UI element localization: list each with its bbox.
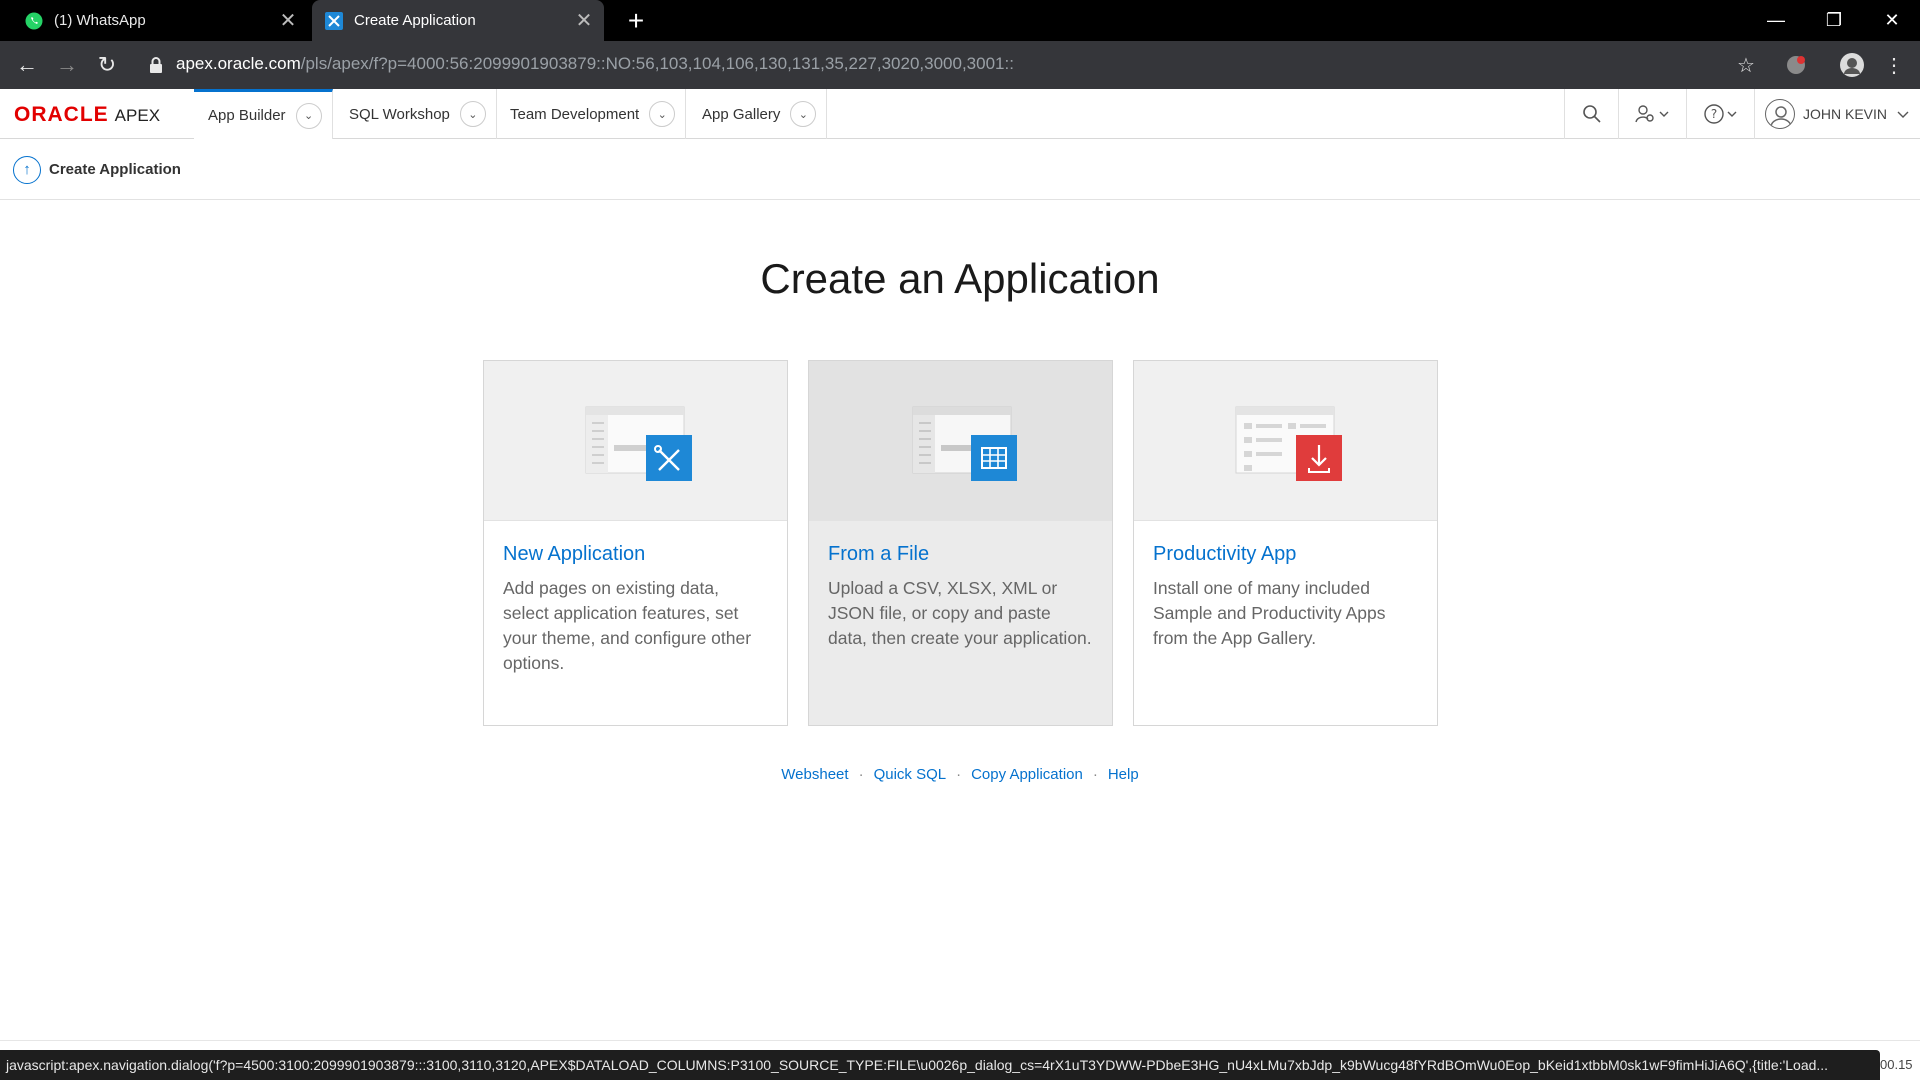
new-tab-icon[interactable]: + xyxy=(620,5,652,37)
breadcrumb-label: Create Application xyxy=(49,161,181,178)
url-field[interactable]: apex.oracle.com/pls/apex/f?p=4000:56:209… xyxy=(176,54,1014,74)
close-tab-icon[interactable]: ✕ xyxy=(274,7,302,35)
oracle-apex-logo[interactable]: ORACLE APEX xyxy=(14,103,160,127)
card-title: From a File xyxy=(828,543,930,565)
footer-divider xyxy=(0,1040,1920,1041)
avatar-icon xyxy=(1765,99,1795,129)
breadcrumb: ↑ Create Application xyxy=(0,140,1920,200)
whatsapp-icon xyxy=(24,11,44,31)
forward-icon[interactable]: → xyxy=(51,49,83,81)
menu-team-development[interactable]: Team Development ⌄ xyxy=(496,89,687,139)
card-illustration xyxy=(809,361,1112,521)
svg-text:?: ? xyxy=(1710,107,1716,121)
wrench-pencil-icon xyxy=(585,406,692,481)
tab-title: (1) WhatsApp xyxy=(54,12,146,29)
browser-tab-create-application[interactable]: Create Application ✕ xyxy=(312,0,604,41)
chevron-down-icon[interactable]: ⌄ xyxy=(459,101,486,127)
card-description: Install one of many included Sample and … xyxy=(1153,578,1386,648)
menu-label: Team Development xyxy=(510,105,640,123)
profile-icon[interactable] xyxy=(1836,49,1868,81)
url-path: /pls/apex/f?p=4000:56:2099901903879::NO:… xyxy=(300,54,1014,73)
chevron-down-icon[interactable]: ⌄ xyxy=(295,102,322,129)
menu-sql-workshop[interactable]: SQL Workshop ⌄ xyxy=(335,89,497,139)
chevron-down-icon[interactable]: ⌄ xyxy=(649,101,676,127)
card-description: Add pages on existing data, select appli… xyxy=(503,578,752,673)
search-icon[interactable] xyxy=(1564,89,1618,139)
browser-status-url: javascript:apex.navigation.dialog('f?p=4… xyxy=(0,1050,1880,1080)
download-icon xyxy=(1235,406,1342,481)
logo-apex-text: APEX xyxy=(114,106,161,125)
bookmark-star-icon[interactable]: ☆ xyxy=(1730,49,1762,81)
page-title: Create an Application xyxy=(760,255,1160,302)
chevron-down-icon xyxy=(1897,106,1909,122)
browser-tab-whatsapp[interactable]: (1) WhatsApp ✕ xyxy=(12,0,308,41)
minimize-icon[interactable]: — xyxy=(1748,0,1804,41)
user-menu[interactable]: JOHN KEVIN xyxy=(1754,89,1920,139)
window-close-icon[interactable]: ✕ xyxy=(1864,0,1920,41)
card-title: Productivity App xyxy=(1153,543,1297,565)
footer-version-fragment: 00.15 xyxy=(1880,1057,1913,1072)
administration-icon[interactable] xyxy=(1618,89,1686,139)
chevron-down-icon[interactable]: ⌄ xyxy=(790,101,817,127)
card-title: New Application xyxy=(503,543,646,565)
user-name: JOHN KEVIN xyxy=(1803,106,1888,122)
extension-icon[interactable] xyxy=(1780,49,1812,81)
url-host: apex.oracle.com xyxy=(176,54,301,73)
back-icon[interactable]: ← xyxy=(11,49,43,81)
help-icon[interactable]: ? xyxy=(1686,89,1754,139)
browser-menu-icon[interactable]: ⋮ xyxy=(1878,49,1910,81)
menu-app-gallery[interactable]: App Gallery ⌄ xyxy=(688,89,828,139)
card-illustration xyxy=(484,361,787,521)
link-copy-application[interactable]: Copy Application xyxy=(971,766,1083,783)
browser-tab-bar: (1) WhatsApp ✕ Create Application ✕ + — … xyxy=(0,0,1920,41)
apex-header: ORACLE APEX App Builder ⌄ SQL Workshop ⌄… xyxy=(0,89,1920,139)
tab-title: Create Application xyxy=(354,12,476,29)
link-help[interactable]: Help xyxy=(1108,766,1139,783)
arrow-up-icon[interactable]: ↑ xyxy=(13,155,41,184)
close-tab-icon[interactable]: ✕ xyxy=(570,7,598,35)
menu-app-builder[interactable]: App Builder ⌄ xyxy=(194,89,333,139)
card-productivity-app[interactable]: Productivity App Install one of many inc… xyxy=(1133,360,1438,726)
card-from-a-file[interactable]: From a File Upload a CSV, XLSX, XML or J… xyxy=(808,360,1113,726)
link-quick-sql[interactable]: Quick SQL xyxy=(874,766,947,783)
card-illustration xyxy=(1134,361,1437,521)
link-separator: · xyxy=(1092,766,1098,783)
link-separator: · xyxy=(858,766,864,783)
reload-icon[interactable]: ↻ xyxy=(91,49,123,81)
table-icon xyxy=(912,406,1017,481)
secondary-links: Websheet · Quick SQL · Copy Application · Help xyxy=(0,766,1920,783)
restore-icon[interactable]: ❐ xyxy=(1806,0,1862,41)
menu-label: SQL Workshop xyxy=(349,105,450,123)
menu-label: App Gallery xyxy=(702,105,781,123)
link-websheet[interactable]: Websheet xyxy=(781,766,848,783)
lock-icon xyxy=(150,57,162,73)
apex-favicon-icon xyxy=(324,11,344,31)
menu-label: App Builder xyxy=(208,107,286,124)
card-new-application[interactable]: New Application Add pages on existing da… xyxy=(483,360,788,726)
logo-oracle-text: ORACLE xyxy=(14,103,109,126)
address-bar: ← → ↻ apex.oracle.com/pls/apex/f?p=4000:… xyxy=(0,41,1920,89)
link-separator: · xyxy=(956,766,962,783)
card-description: Upload a CSV, XLSX, XML or JSON file, or… xyxy=(828,578,1092,648)
